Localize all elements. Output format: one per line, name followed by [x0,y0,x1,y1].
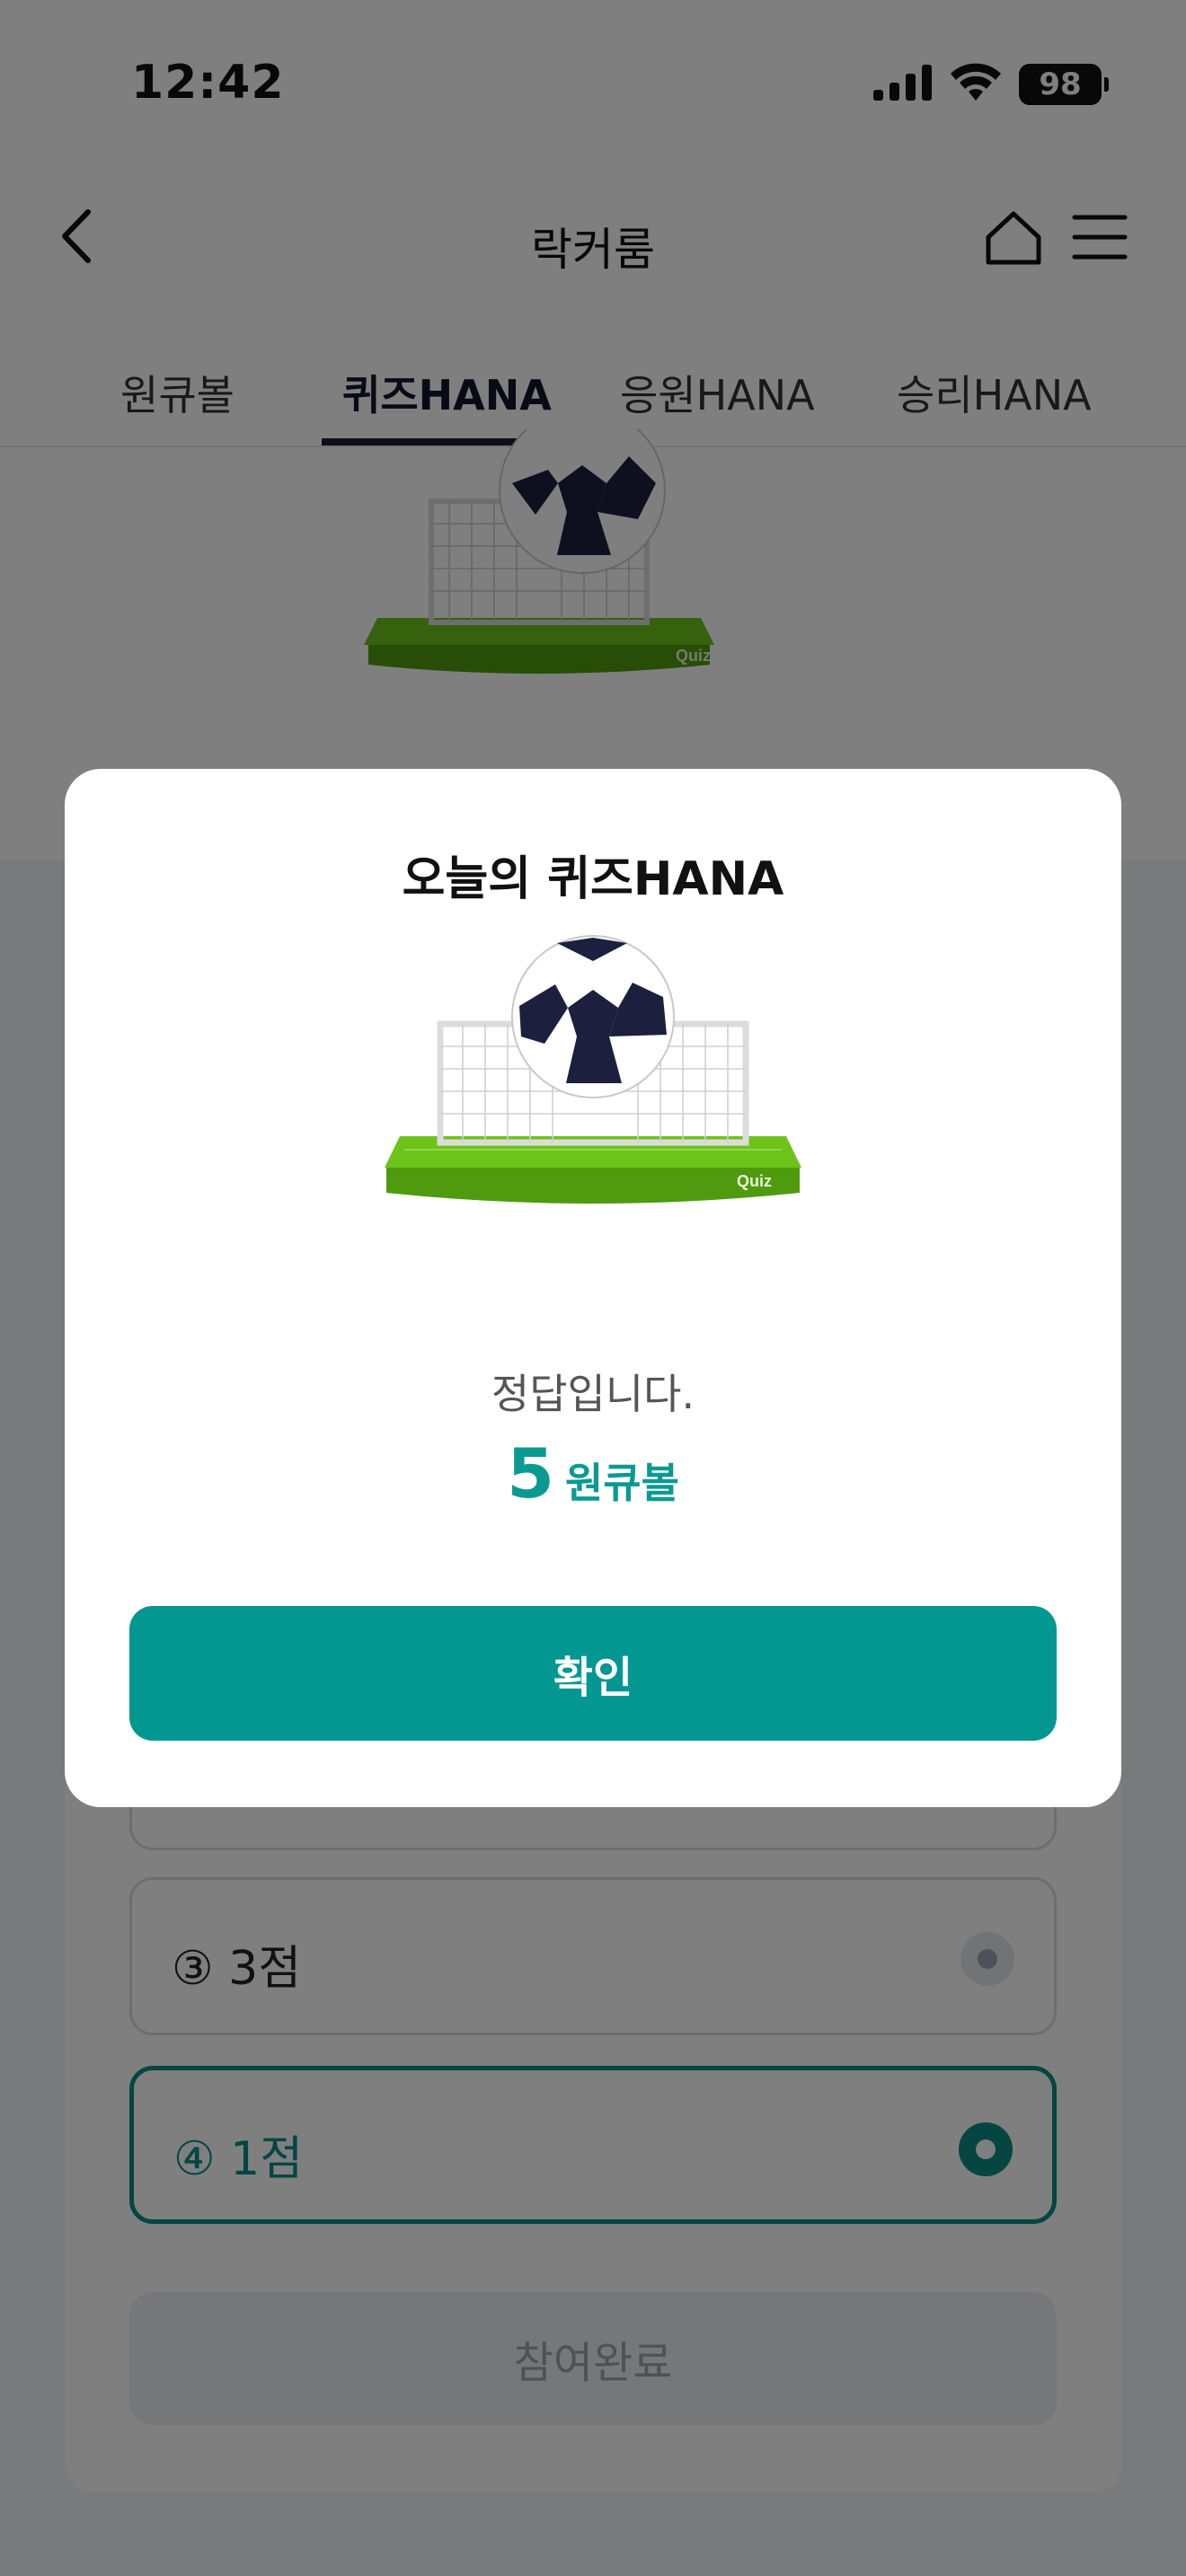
modal-title: 오늘의 퀴즈HANA [402,852,784,906]
result-modal: 오늘의 퀴즈HANA Quiz 정답입니다. 5 원큐볼 확인 [65,769,1121,1807]
soccer-goal-illustration: Quiz [385,935,801,1204]
quiz-badge-text: Quiz [737,1172,772,1190]
reward-amount: 5 [507,1434,554,1513]
reward-display: 5 원큐볼 [65,1434,1121,1513]
reward-unit: 원큐볼 [564,1459,679,1507]
result-message: 정답입니다. [491,1370,695,1418]
confirm-button[interactable]: 확인 [129,1606,1057,1741]
